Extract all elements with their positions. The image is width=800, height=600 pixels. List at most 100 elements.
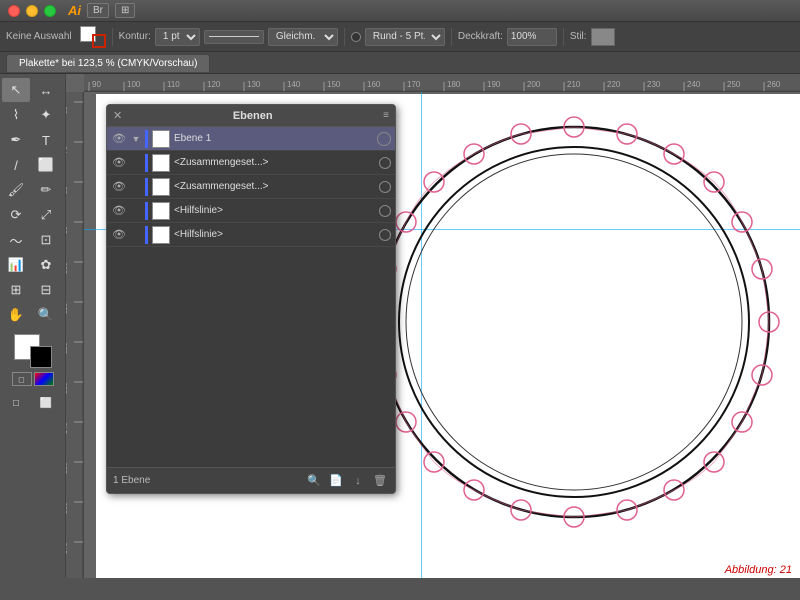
layers-empty-area	[107, 247, 395, 467]
delete-layer-button[interactable]: 🗑	[371, 472, 389, 490]
ruler-top: 90 100 110 120 130 140 150 160 170 180	[84, 74, 800, 92]
layer-visibility-3[interactable]: 👁	[111, 203, 127, 219]
bridge-button[interactable]: Br	[87, 3, 109, 18]
paintbrush-tool[interactable]: 🖌	[2, 178, 30, 202]
symbol-tool[interactable]: ✿	[32, 253, 60, 277]
document-tab[interactable]: Plakette* bei 123,5 % (CMYK/Vorschau)	[6, 54, 210, 72]
layer-thumb-4	[152, 226, 170, 244]
stil-preview[interactable]	[591, 28, 615, 46]
canvas-area[interactable]: 90 100 110 120 130 140 150 160 170 180	[66, 74, 800, 578]
svg-text:140: 140	[66, 422, 69, 434]
pen-tool[interactable]: ✒	[2, 128, 30, 152]
panel-title: Ebenen	[233, 110, 273, 122]
layer-expand-0[interactable]: ▼	[131, 134, 141, 144]
svg-text:200: 200	[527, 80, 541, 89]
dot-indicator	[351, 32, 361, 42]
opacity-input[interactable]	[507, 28, 557, 46]
layer-name-2: <Zusammengeset...>	[174, 181, 375, 192]
layer-name-4: <Hilfslinie>	[174, 229, 375, 240]
layout-button[interactable]: ⊞	[115, 3, 135, 18]
layer-visibility-2[interactable]: 👁	[111, 179, 127, 195]
layer-color-1	[145, 154, 148, 172]
layer-thumb-2	[152, 178, 170, 196]
svg-text:110: 110	[66, 303, 69, 314]
magic-wand-tool[interactable]: ✦	[32, 103, 60, 127]
shape-tool[interactable]: ⬜	[32, 153, 60, 177]
layer-target-2[interactable]	[379, 181, 391, 193]
layer-name-1: <Zusammengeset...>	[174, 157, 375, 168]
svg-text:220: 220	[607, 80, 621, 89]
layer-thumb-3	[152, 202, 170, 220]
stroke-swatch[interactable]	[92, 34, 106, 48]
none-swatch[interactable]: ◻	[12, 372, 32, 386]
figure-label: Abbildung: 21	[725, 564, 792, 576]
round-select[interactable]: Rund - 5 Pt.	[365, 28, 445, 46]
svg-text:240: 240	[687, 80, 701, 89]
minimize-button[interactable]	[26, 5, 38, 17]
layer-row-4[interactable]: 👁 <Hilfslinie>	[107, 223, 395, 247]
fullscreen-mode-button[interactable]: ⬜	[32, 391, 60, 415]
lasso-tool[interactable]: ⌇	[2, 103, 30, 127]
layer-target-1[interactable]	[379, 157, 391, 169]
layer-visibility-0[interactable]: 👁	[111, 131, 127, 147]
rotate-tool[interactable]: ⟳	[2, 203, 30, 227]
graph-tool[interactable]: 📊	[2, 253, 30, 277]
layer-count-label: 1 Ebene	[113, 475, 150, 486]
svg-text:180: 180	[447, 80, 461, 89]
svg-text:80: 80	[66, 186, 69, 194]
svg-text:110: 110	[167, 80, 180, 89]
layer-row-2[interactable]: 👁 <Zusammengeset...>	[107, 175, 395, 199]
svg-text:140: 140	[287, 80, 301, 89]
app-icon: Ai	[68, 3, 81, 18]
gradient-swatch[interactable]	[34, 372, 54, 386]
layer-row-3[interactable]: 👁 <Hilfslinie>	[107, 199, 395, 223]
layers-footer-icons: 🔍 📄 ↓ 🗑	[305, 472, 389, 490]
layer-visibility-1[interactable]: 👁	[111, 155, 127, 171]
options-toolbar: Keine Auswahl Kontur: 1 pt Gleichm. Rund…	[0, 22, 800, 52]
hand-tool[interactable]: ✋	[2, 303, 30, 327]
panel-menu-button[interactable]: ≡	[383, 110, 389, 121]
close-button[interactable]	[8, 5, 20, 17]
svg-text:230: 230	[647, 80, 661, 89]
svg-text:150: 150	[66, 462, 69, 474]
svg-text:100: 100	[127, 80, 141, 89]
layers-list: 👁 ▼ Ebene 1 👁 <Zusammengeset...>	[107, 127, 395, 467]
tabbar: Plakette* bei 123,5 % (CMYK/Vorschau)	[0, 52, 800, 74]
slice-tool[interactable]: ⊟	[32, 278, 60, 302]
svg-text:130: 130	[66, 382, 69, 394]
type-tool[interactable]: T	[32, 128, 60, 152]
direct-select-tool[interactable]: ↔	[32, 78, 60, 102]
svg-text:160: 160	[367, 80, 381, 89]
kontur-select[interactable]: 1 pt	[155, 28, 200, 46]
new-layer-button[interactable]: 📄	[327, 472, 345, 490]
artboard-tool[interactable]: ⊞	[2, 278, 30, 302]
divider-1	[112, 28, 113, 46]
layer-target-3[interactable]	[379, 205, 391, 217]
layer-target-4[interactable]	[379, 229, 391, 241]
stroke-style-select[interactable]: Gleichm.	[268, 28, 338, 46]
panel-close-button[interactable]: ✕	[113, 109, 122, 122]
layer-target-0[interactable]	[377, 132, 391, 146]
tools-panel: ↖ ↔ ⌇ ✦ ✒ T / ⬜ 🖌 ✏ ⟳ ⤢ 〜 ⊡ 📊 ✿	[0, 74, 66, 578]
pencil-tool[interactable]: ✏	[32, 178, 60, 202]
scale-tool[interactable]: ⤢	[32, 203, 60, 227]
layer-row-1[interactable]: 👁 <Zusammengeset...>	[107, 151, 395, 175]
move-to-new-layer-button[interactable]: ↓	[349, 472, 367, 490]
select-tool[interactable]: ↖	[2, 78, 30, 102]
layer-visibility-4[interactable]: 👁	[111, 227, 127, 243]
svg-text:260: 260	[767, 80, 781, 89]
line-tool[interactable]: /	[2, 153, 30, 177]
layer-color-2	[145, 178, 148, 196]
svg-text:60: 60	[66, 106, 69, 114]
free-transform-tool[interactable]: ⊡	[32, 228, 60, 252]
zoom-tool[interactable]: 🔍	[32, 303, 60, 327]
stil-label: Stil:	[570, 31, 587, 42]
normal-mode-button[interactable]: □	[2, 391, 30, 415]
make-sublayer-button[interactable]: 🔍	[305, 472, 323, 490]
layer-row-0[interactable]: 👁 ▼ Ebene 1	[107, 127, 395, 151]
warp-tool[interactable]: 〜	[2, 228, 30, 252]
maximize-button[interactable]	[44, 5, 56, 17]
foreground-background-swatches[interactable]	[14, 334, 52, 368]
svg-text:90: 90	[66, 226, 69, 234]
background-swatch[interactable]	[30, 346, 52, 368]
